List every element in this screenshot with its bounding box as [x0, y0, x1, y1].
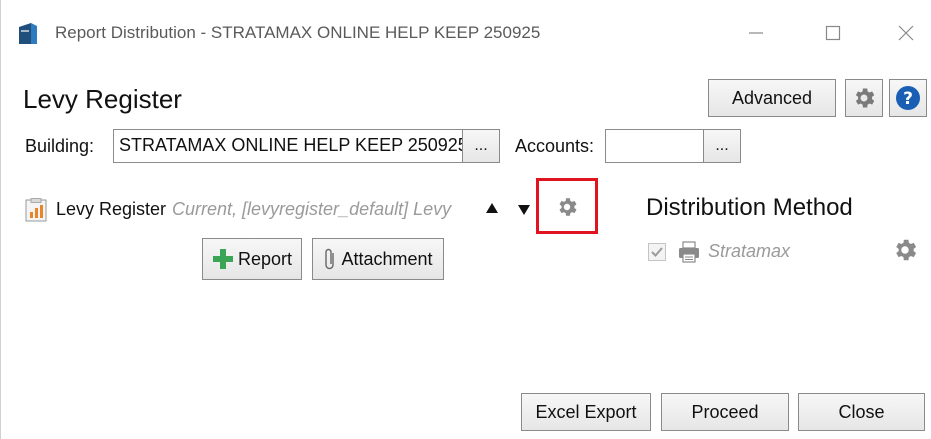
close-icon — [898, 25, 914, 41]
building-label: Building: — [25, 136, 95, 156]
report-distribution-window: Report Distribution - STRATAMAX ONLINE H… — [0, 0, 931, 439]
building-field[interactable]: STRATAMAX ONLINE HELP KEEP 250925 — [113, 129, 465, 163]
arrow-up-icon[interactable] — [485, 202, 499, 214]
svg-text:?: ? — [903, 89, 913, 109]
checkmark-icon — [651, 247, 663, 257]
window-title: Report Distribution - STRATAMAX ONLINE H… — [55, 23, 541, 42]
add-report-button[interactable]: Report — [202, 238, 302, 280]
accounts-label: Accounts: — [515, 136, 595, 156]
building-browse-button[interactable]: ... — [462, 129, 500, 163]
advanced-button[interactable]: Advanced — [708, 79, 836, 117]
title-bar: Report Distribution - STRATAMAX ONLINE H… — [1, 0, 931, 64]
accounts-field[interactable] — [605, 129, 705, 163]
add-attachment-label: Attachment — [341, 248, 433, 269]
distribution-method-heading: Distribution Method — [646, 194, 853, 221]
add-attachment-button[interactable]: Attachment — [312, 238, 444, 280]
gear-icon — [855, 88, 875, 108]
report-description: Current, [levyregister_default] Levy — [172, 199, 452, 219]
plus-icon — [212, 249, 233, 269]
add-report-label: Report — [237, 248, 293, 269]
minimize-button[interactable] — [736, 18, 776, 48]
report-name: Levy Register — [56, 199, 167, 219]
proceed-button[interactable]: Proceed — [661, 393, 789, 431]
maximize-icon — [825, 25, 841, 41]
settings-button[interactable] — [845, 79, 883, 117]
paperclip-icon — [325, 248, 335, 270]
report-chart-icon — [25, 198, 47, 222]
gear-icon[interactable] — [555, 195, 579, 219]
gear-icon[interactable] — [891, 236, 919, 264]
help-icon: ? — [896, 86, 920, 110]
excel-export-button[interactable]: Excel Export — [521, 393, 651, 431]
stratamax-app-icon — [19, 23, 37, 44]
maximize-button[interactable] — [813, 18, 853, 48]
printer-icon — [679, 241, 699, 263]
close-window-button[interactable] — [886, 18, 926, 48]
minimize-icon — [749, 32, 763, 34]
distribution-method-checkbox[interactable] — [648, 243, 666, 261]
distribution-method-label: Stratamax — [708, 241, 791, 261]
arrow-down-icon[interactable] — [517, 204, 531, 216]
help-button[interactable]: ? — [889, 79, 927, 117]
close-button[interactable]: Close — [798, 393, 925, 431]
accounts-browse-button[interactable]: ... — [703, 129, 741, 163]
page-title: Levy Register — [23, 84, 182, 114]
